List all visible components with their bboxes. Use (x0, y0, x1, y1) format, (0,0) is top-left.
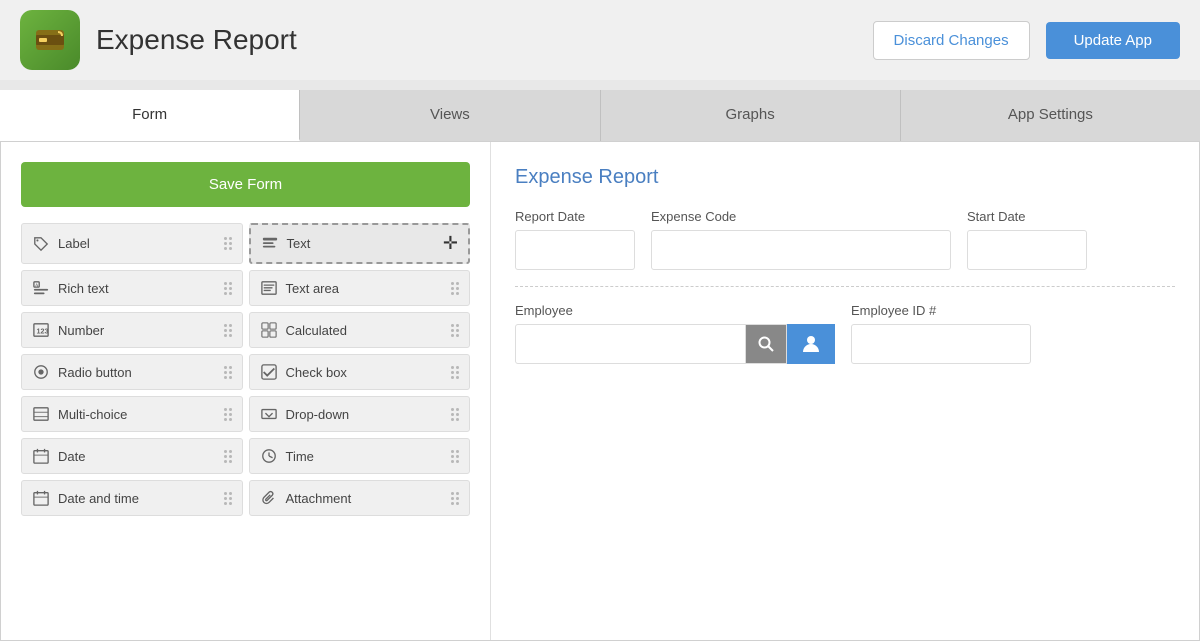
field-dropdown-item[interactable]: Drop-down (249, 396, 471, 432)
radio-icon (32, 363, 50, 381)
field-attachment-item[interactable]: Attachment (249, 480, 471, 516)
employee-search-button[interactable] (746, 324, 787, 364)
employee-input-group (515, 324, 835, 364)
dropdown-icon (260, 405, 278, 423)
field-radio-item[interactable]: Radio button (21, 354, 243, 390)
tab-app-settings[interactable]: App Settings (901, 90, 1200, 141)
form-divider (515, 286, 1175, 287)
drag-handle (451, 492, 459, 505)
report-date-input[interactable] (515, 230, 635, 270)
drag-handle (451, 282, 459, 295)
employee-id-label: Employee ID # (851, 303, 1031, 318)
datetime-icon (32, 489, 50, 507)
save-form-button[interactable]: Save Form (21, 162, 470, 207)
expense-code-group: Expense Code (651, 209, 951, 270)
page-title: Expense Report (96, 24, 857, 56)
employee-id-input[interactable] (851, 324, 1031, 364)
search-icon (758, 336, 774, 352)
time-icon (260, 447, 278, 465)
drag-handle (224, 492, 232, 505)
field-number-item[interactable]: 123 Number (21, 312, 243, 348)
report-date-group: Report Date (515, 209, 635, 270)
field-palette: Save Form Label Text (1, 142, 491, 640)
expense-code-input[interactable] (651, 230, 951, 270)
form-title: Expense Report (515, 166, 1175, 189)
form-row-1: Report Date Expense Code Start Date (515, 209, 1175, 270)
tab-graphs[interactable]: Graphs (601, 90, 901, 141)
field-multi-choice-item[interactable]: Multi-choice (21, 396, 243, 432)
drag-handle (451, 366, 459, 379)
checkbox-icon (260, 363, 278, 381)
field-datetime-item[interactable]: Date and time (21, 480, 243, 516)
tab-views[interactable]: Views (300, 90, 600, 141)
discard-changes-button[interactable]: Discard Changes (873, 21, 1030, 60)
drag-handle (224, 450, 232, 463)
employee-label: Employee (515, 303, 835, 318)
employee-id-group: Employee ID # (851, 303, 1031, 364)
field-time-item[interactable]: Time (249, 438, 471, 474)
multi-choice-icon (32, 405, 50, 423)
app-icon (20, 10, 80, 70)
field-calculated-item[interactable]: Calculated (249, 312, 471, 348)
employee-input[interactable] (515, 324, 746, 364)
calculated-icon (260, 321, 278, 339)
field-rich-text-item[interactable]: A Rich text (21, 270, 243, 306)
drag-handle (224, 366, 232, 379)
field-label-item[interactable]: Label (21, 223, 243, 264)
attachment-icon (260, 489, 278, 507)
employee-group: Employee (515, 303, 835, 364)
field-date-item[interactable]: Date (21, 438, 243, 474)
drag-handle (224, 237, 232, 250)
svg-text:A: A (35, 283, 39, 289)
start-date-input[interactable] (967, 230, 1087, 270)
start-date-group: Start Date (967, 209, 1087, 270)
rich-text-icon: A (32, 279, 50, 297)
expense-code-label: Expense Code (651, 209, 951, 224)
person-icon (801, 334, 821, 354)
field-text-area-item[interactable]: Text area (249, 270, 471, 306)
tag-icon (32, 235, 50, 253)
date-icon (32, 447, 50, 465)
drag-cursor-icon: ✛ (443, 233, 458, 254)
drag-handle (451, 450, 459, 463)
text-area-icon (260, 279, 278, 297)
tab-form[interactable]: Form (0, 90, 300, 141)
employee-person-button[interactable] (787, 324, 835, 364)
number-icon: 123 (32, 321, 50, 339)
start-date-label: Start Date (967, 209, 1087, 224)
drag-handle (451, 408, 459, 421)
field-list: Label Text ✛ A (21, 223, 470, 516)
text-icon (261, 235, 279, 253)
tab-bar: Form Views Graphs App Settings (0, 90, 1200, 141)
main-content: Save Form Label Text (0, 141, 1200, 641)
drag-handle (224, 408, 232, 421)
field-checkbox-item[interactable]: Check box (249, 354, 471, 390)
report-date-label: Report Date (515, 209, 635, 224)
form-row-2: Employee (515, 303, 1175, 364)
app-header: Expense Report Discard Changes Update Ap… (0, 0, 1200, 80)
update-app-button[interactable]: Update App (1046, 22, 1180, 59)
drag-handle (224, 324, 232, 337)
field-text-item[interactable]: Text ✛ (249, 223, 471, 264)
drag-handle (224, 282, 232, 295)
svg-text:123: 123 (37, 328, 49, 336)
form-preview: Expense Report Report Date Expense Code … (491, 142, 1199, 640)
drag-handle (451, 324, 459, 337)
